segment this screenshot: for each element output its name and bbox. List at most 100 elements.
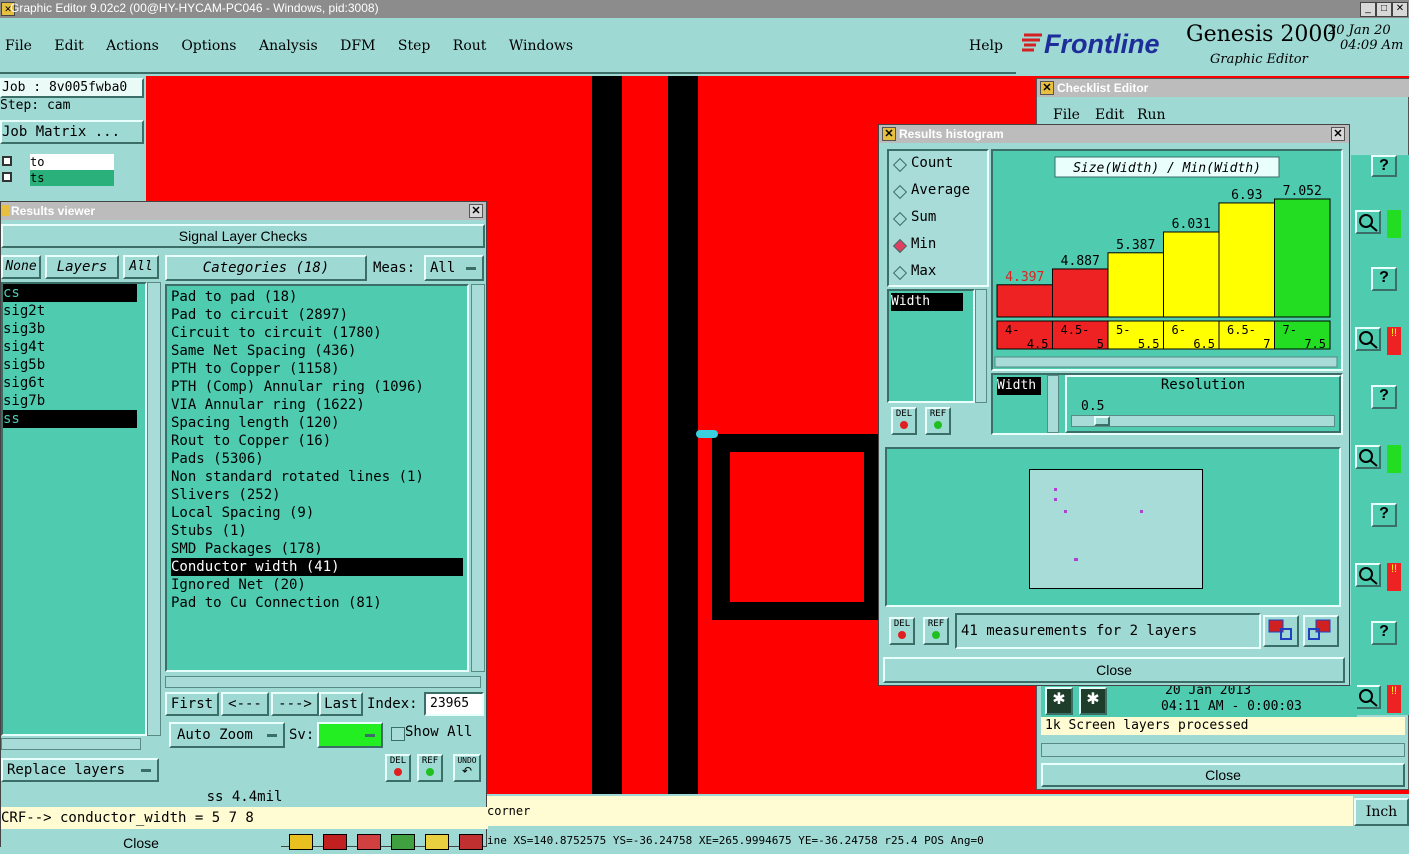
close-icon[interactable]: ✕ xyxy=(469,204,483,218)
run-action-icon[interactable] xyxy=(1355,685,1381,709)
close-icon[interactable]: ✕ xyxy=(1331,127,1345,141)
measure-list[interactable]: Width xyxy=(887,289,975,403)
layers-vscroll[interactable] xyxy=(147,282,161,736)
severity-dropdown[interactable] xyxy=(317,722,383,748)
radio-diamond-icon[interactable] xyxy=(892,238,908,254)
menu-rout[interactable]: Rout xyxy=(453,38,487,54)
layer-list-item[interactable]: ss xyxy=(3,410,137,428)
plot-preview[interactable] xyxy=(1029,469,1203,589)
checklist-menu-run[interactable]: Run xyxy=(1137,107,1166,123)
category-list-item[interactable]: Spacing length (120) xyxy=(171,414,467,432)
measure-vscroll[interactable] xyxy=(975,289,987,403)
category-list-item[interactable]: Same Net Spacing (436) xyxy=(171,342,467,360)
job-matrix-button[interactable]: Job Matrix ... xyxy=(0,120,144,144)
category-list-item[interactable]: Ignored Net (20) xyxy=(171,576,467,594)
category-list-item[interactable]: Stubs (1) xyxy=(171,522,467,540)
units-button[interactable]: Inch xyxy=(1354,798,1409,826)
category-list-item[interactable]: Pad to pad (18) xyxy=(171,288,467,306)
layer-list-item[interactable]: sig5b xyxy=(3,356,145,374)
category-list-item[interactable]: VIA Annular ring (1622) xyxy=(171,396,467,414)
tool-icon[interactable] xyxy=(391,834,415,850)
layer-list-item[interactable]: sig7b xyxy=(3,392,145,410)
help-button[interactable]: ? xyxy=(1371,621,1397,645)
layers-hscroll[interactable] xyxy=(1,738,141,750)
hist-del-button[interactable]: DEL xyxy=(891,407,917,435)
categories-vscroll[interactable] xyxy=(471,284,485,672)
category-list-item[interactable]: PTH to Copper (1158) xyxy=(171,360,467,378)
close-window-button[interactable]: ✕ xyxy=(1392,2,1408,17)
category-list-item[interactable]: SMD Packages (178) xyxy=(171,540,467,558)
show-all-checkbox[interactable] xyxy=(391,727,405,741)
slider-thumb[interactable] xyxy=(1094,416,1110,426)
checklist-close-button[interactable]: Close xyxy=(1041,763,1405,787)
layer-list-item[interactable]: sig4t xyxy=(3,338,145,356)
category-list-item[interactable]: PTH (Comp) Annular ring (1096) xyxy=(171,378,467,396)
tool-icon[interactable] xyxy=(459,834,483,850)
replace-layers-dropdown[interactable]: Replace layers xyxy=(1,758,159,782)
ref-button[interactable]: REF xyxy=(417,754,443,782)
menu-dfm[interactable]: DFM xyxy=(340,38,375,54)
previous-button[interactable]: <--- xyxy=(221,692,269,716)
run-figure-icon[interactable]: ✱ xyxy=(1045,687,1073,715)
categories-button[interactable]: Categories (18) xyxy=(165,255,367,281)
none-button[interactable]: None xyxy=(1,255,41,279)
histogram-close-button[interactable]: Close xyxy=(883,657,1345,683)
run-figure-icon[interactable]: ✱ xyxy=(1079,687,1107,715)
last-button[interactable]: Last xyxy=(319,692,363,716)
help-button[interactable]: ? xyxy=(1371,385,1397,409)
menu-windows[interactable]: Windows xyxy=(509,38,573,54)
del-button[interactable]: DEL xyxy=(385,754,411,782)
export-icon[interactable] xyxy=(1263,615,1299,647)
tool-icon[interactable] xyxy=(357,834,381,850)
category-list-item[interactable]: Circuit to circuit (1780) xyxy=(171,324,467,342)
radio-diamond-icon[interactable] xyxy=(892,265,908,281)
menu-help[interactable]: Help xyxy=(969,38,1003,54)
category-list-item[interactable]: Pads (5306) xyxy=(171,450,467,468)
layer-list-item[interactable]: sig2t xyxy=(3,302,145,320)
window-menu-icon[interactable]: ✕ xyxy=(1040,81,1054,95)
measure-list-item[interactable]: Width xyxy=(891,293,963,311)
menu-file[interactable]: File xyxy=(5,38,32,54)
help-button[interactable]: ? xyxy=(1371,155,1397,177)
run-action-icon[interactable] xyxy=(1355,563,1381,587)
window-menu-icon[interactable] xyxy=(1,205,9,216)
category-list-item[interactable]: Local Spacing (9) xyxy=(171,504,467,522)
resolution-slider[interactable] xyxy=(1071,415,1335,427)
measure-vscroll-small[interactable] xyxy=(1047,375,1059,433)
layer-row-2[interactable]: ts xyxy=(0,170,116,186)
help-button[interactable]: ? xyxy=(1371,503,1397,527)
menu-options[interactable]: Options xyxy=(181,38,236,54)
hist-ref-button[interactable]: REF xyxy=(925,407,951,435)
checklist-menu-file[interactable]: File xyxy=(1053,107,1080,123)
category-list-item[interactable]: Rout to Copper (16) xyxy=(171,432,467,450)
category-list-item[interactable]: Non standard rotated lines (1) xyxy=(171,468,467,486)
tool-icon[interactable] xyxy=(425,834,449,850)
category-list-item[interactable]: Conductor width (41) xyxy=(171,558,463,576)
categories-hscroll[interactable] xyxy=(165,676,481,688)
category-list-item[interactable]: Slivers (252) xyxy=(171,486,467,504)
menu-step[interactable]: Step xyxy=(398,38,430,54)
checklist-menu-edit[interactable]: Edit xyxy=(1095,107,1124,123)
categories-list[interactable]: Pad to pad (18) Pad to circuit (2897) Circ… xyxy=(165,284,469,672)
tool-icon[interactable] xyxy=(289,834,313,850)
menu-actions[interactable]: Actions xyxy=(106,38,159,54)
layer-list-item[interactable]: cs xyxy=(3,284,137,302)
import-icon[interactable] xyxy=(1303,615,1339,647)
layer-list-item[interactable]: sig3b xyxy=(3,320,145,338)
checklist-hscroll[interactable] xyxy=(1041,743,1405,757)
layers-list[interactable]: cs sig2t sig3b sig4t sig5b sig6t sig7b s… xyxy=(1,282,147,736)
layers-button[interactable]: Layers xyxy=(45,255,119,279)
menu-edit[interactable]: Edit xyxy=(54,38,83,54)
minimize-button[interactable]: _ xyxy=(1360,2,1376,17)
next-button[interactable]: ---> xyxy=(271,692,319,716)
layer-list-item[interactable]: sig6t xyxy=(3,374,145,392)
layer-row-1[interactable]: to xyxy=(0,154,116,170)
run-action-icon[interactable] xyxy=(1355,210,1381,234)
first-button[interactable]: First xyxy=(165,692,219,716)
maximize-button[interactable]: □ xyxy=(1376,2,1392,17)
menu-analysis[interactable]: Analysis xyxy=(259,38,318,54)
run-action-icon[interactable] xyxy=(1355,327,1381,351)
category-list-item[interactable]: Pad to circuit (2897) xyxy=(171,306,467,324)
auto-zoom-dropdown[interactable]: Auto Zoom xyxy=(169,722,285,748)
radio-diamond-icon[interactable] xyxy=(892,211,908,227)
